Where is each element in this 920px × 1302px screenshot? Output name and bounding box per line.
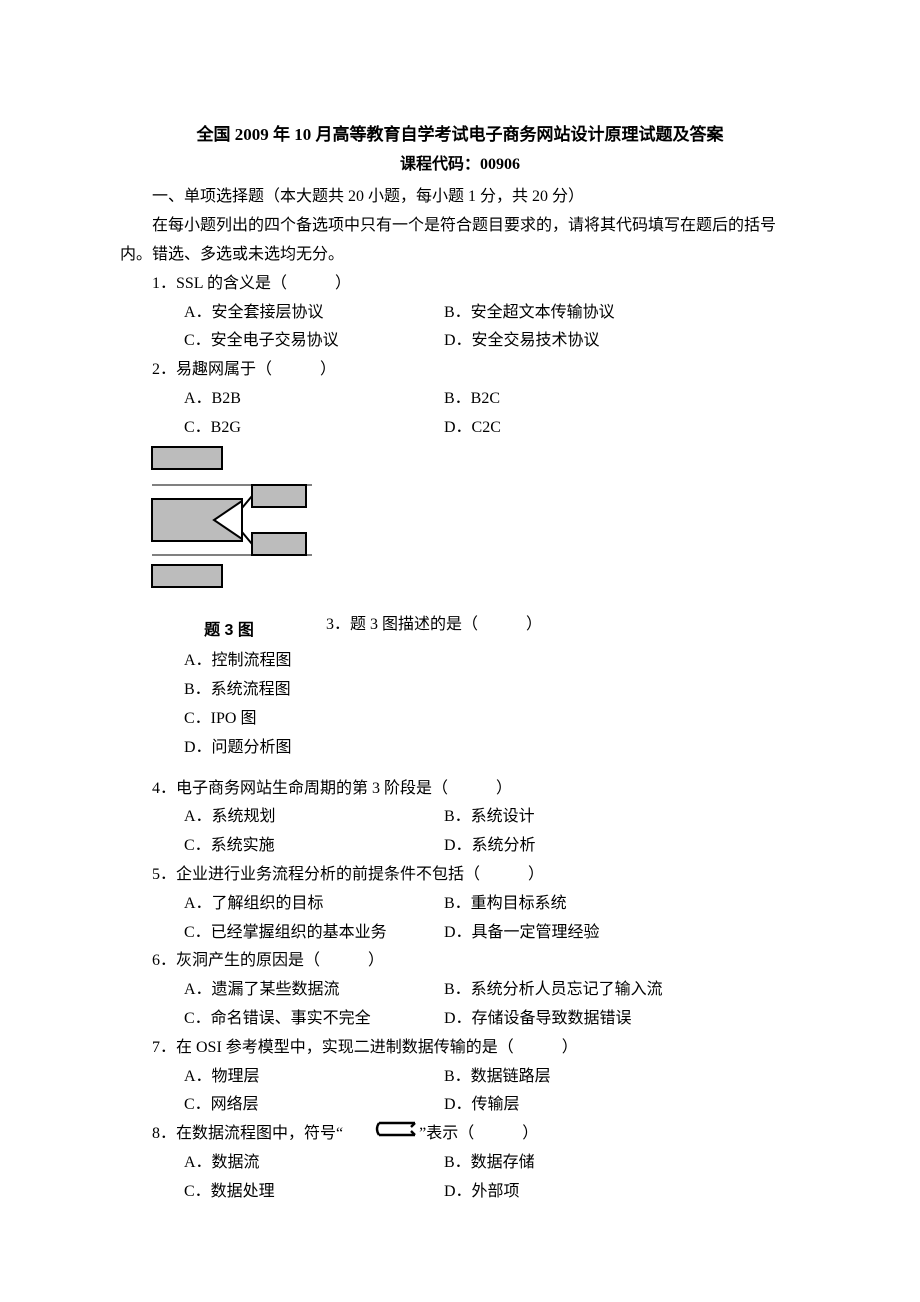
q5-opt-c: C．已经掌握组织的基本业务 xyxy=(184,919,444,948)
q5-stem: 5．企业进行业务流程分析的前提条件不包括（ ） xyxy=(120,861,800,890)
q3-stem: 3．题 3 图描述的是（ ） xyxy=(314,611,542,646)
q3-figure-block: 题 3 图 3．题 3 图描述的是（ ） xyxy=(144,445,800,646)
q1-stem: 1．SSL 的含义是（ ） xyxy=(120,270,800,299)
q2-stem: 2．易趣网属于（ ） xyxy=(120,356,800,385)
doc-subtitle: 课程代码：00906 xyxy=(120,151,800,180)
page: 全国 2009 年 10 月高等教育自学考试电子商务网站设计原理试题及答案 课程… xyxy=(0,0,920,1302)
open-rectangle-icon xyxy=(343,1120,419,1149)
q7-stem: 7．在 OSI 参考模型中，实现二进制数据传输的是（ ） xyxy=(120,1034,800,1063)
q3-options: A．控制流程图 B．系统流程图 C．IPO 图 D．问题分析图 xyxy=(120,647,800,762)
section1-instruction: 在每小题列出的四个备选项中只有一个是符合题目要求的，请将其代码填写在题后的括号内… xyxy=(120,212,800,270)
q4-opt-a: A．系统规划 xyxy=(184,803,444,832)
q8-opt-b: B．数据存储 xyxy=(444,1149,800,1178)
q2-opt-c: C．B2G xyxy=(184,414,444,443)
q6-opt-d: D．存储设备导致数据错误 xyxy=(444,1005,800,1034)
q6-opt-a: A．遗漏了某些数据流 xyxy=(184,976,444,1005)
q7-opt-b: B．数据链路层 xyxy=(444,1063,800,1092)
q8-stem: 8．在数据流程图中，符号“ ”表示（ ） xyxy=(120,1120,800,1149)
q1-opt-c: C．安全电子交易协议 xyxy=(184,327,444,356)
q5-opt-b: B．重构目标系统 xyxy=(444,890,800,919)
q4-opt-b: B．系统设计 xyxy=(444,803,800,832)
q8-opt-a: A．数据流 xyxy=(184,1149,444,1178)
q1-opt-b: B．安全超文本传输协议 xyxy=(444,299,800,328)
q7-opt-a: A．物理层 xyxy=(184,1063,444,1092)
q3-opt-d: D．问题分析图 xyxy=(184,734,800,763)
q4-options: A．系统规划 B．系统设计 C．系统实施 D．系统分析 xyxy=(120,803,800,861)
q7-options: A．物理层 B．数据链路层 C．网络层 D．传输层 xyxy=(120,1063,800,1121)
q7-opt-d: D．传输层 xyxy=(444,1091,800,1120)
section1-heading: 一、单项选择题（本大题共 20 小题，每小题 1 分，共 20 分） xyxy=(120,183,800,212)
q2-opt-d: D．C2C xyxy=(444,414,800,443)
q6-options: A．遗漏了某些数据流 B．系统分析人员忘记了输入流 C．命名错误、事实不完全 D… xyxy=(120,976,800,1034)
q3-opt-c: C．IPO 图 xyxy=(184,705,800,734)
q1-options: A．安全套接层协议 B．安全超文本传输协议 C．安全电子交易协议 D．安全交易技… xyxy=(120,299,800,357)
q2-opt-a: A．B2B xyxy=(184,385,444,414)
q5-opt-d: D．具备一定管理经验 xyxy=(444,919,800,948)
q6-stem: 6．灰洞产生的原因是（ ） xyxy=(120,947,800,976)
q8-stem-pre: 8．在数据流程图中，符号“ xyxy=(152,1125,343,1142)
q3-diagram-icon xyxy=(144,445,314,615)
q4-stem: 4．电子商务网站生命周期的第 3 阶段是（ ） xyxy=(120,775,800,804)
q3-opt-b: B．系统流程图 xyxy=(184,676,800,705)
q5-options: A．了解组织的目标 B．重构目标系统 C．已经掌握组织的基本业务 D．具备一定管… xyxy=(120,890,800,948)
q8-opt-d: D．外部项 xyxy=(444,1178,800,1207)
q6-opt-b: B．系统分析人员忘记了输入流 xyxy=(444,976,800,1005)
q4-opt-c: C．系统实施 xyxy=(184,832,444,861)
q2-opt-b: B．B2C xyxy=(444,385,800,414)
q5-opt-a: A．了解组织的目标 xyxy=(184,890,444,919)
q3-figure: 题 3 图 xyxy=(144,445,314,646)
q3-opt-a: A．控制流程图 xyxy=(184,647,800,676)
q2-options: A．B2B B．B2C C．B2G D．C2C xyxy=(120,385,800,443)
q8-options: A．数据流 B．数据存储 C．数据处理 D．外部项 xyxy=(120,1149,800,1207)
doc-title: 全国 2009 年 10 月高等教育自学考试电子商务网站设计原理试题及答案 xyxy=(120,120,800,151)
q4-opt-d: D．系统分析 xyxy=(444,832,800,861)
q8-stem-post: ”表示（ ） xyxy=(419,1125,538,1142)
q6-opt-c: C．命名错误、事实不完全 xyxy=(184,1005,444,1034)
q3-figure-caption: 题 3 图 xyxy=(144,617,314,646)
q1-opt-d: D．安全交易技术协议 xyxy=(444,327,800,356)
q1-opt-a: A．安全套接层协议 xyxy=(184,299,444,328)
q8-opt-c: C．数据处理 xyxy=(184,1178,444,1207)
q7-opt-c: C．网络层 xyxy=(184,1091,444,1120)
